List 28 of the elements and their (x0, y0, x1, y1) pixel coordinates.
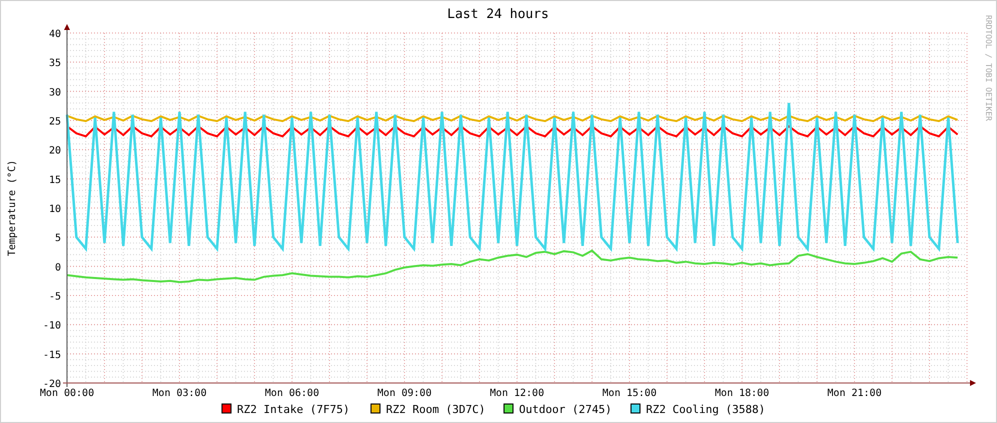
y-tick-label: -15 (42, 350, 61, 361)
y-tick-label: 5 (54, 233, 61, 244)
x-tick-label: Mon 09:00 (377, 388, 432, 399)
y-tick-label: -20 (42, 379, 61, 390)
x-tick-label: Mon 18:00 (714, 388, 770, 399)
y-tick-label: 40 (48, 29, 61, 40)
y-tick-label: 10 (48, 204, 61, 215)
x-tick-label: Mon 12:00 (490, 388, 544, 399)
chart-title: Last 24 hours (447, 7, 549, 22)
x-tick-label: Mon 06:00 (264, 388, 320, 399)
y-tick-label: 35 (48, 58, 61, 70)
legend-label: Outdoor (2745) (519, 403, 612, 416)
y-tick-label: 30 (48, 87, 61, 98)
credit-text: RRDTOOL / TOBI OETIKER (984, 15, 993, 121)
legend-label: RZ2 Room (3D7C) (386, 403, 486, 416)
y-tick-label: 20 (48, 146, 61, 157)
legend-label: RZ2 Intake (7F75) (237, 403, 350, 416)
x-tick-label: Mon 21:00 (827, 388, 882, 399)
y-tick-label: 25 (48, 116, 61, 128)
x-tick-label: Mon 00:00 (40, 388, 94, 399)
x-tick-label: Mon 15:00 (602, 388, 657, 399)
y-tick-label: 0 (54, 262, 61, 274)
legend-label: RZ2 Cooling (3588) (646, 403, 766, 416)
y-tick-label: 15 (48, 174, 61, 186)
x-tick-label: Mon 03:00 (152, 388, 207, 399)
y-tick-label: -10 (42, 320, 61, 332)
y-tick-label: -5 (48, 292, 61, 302)
y-axis-title: Temperature (°C) (7, 160, 18, 256)
